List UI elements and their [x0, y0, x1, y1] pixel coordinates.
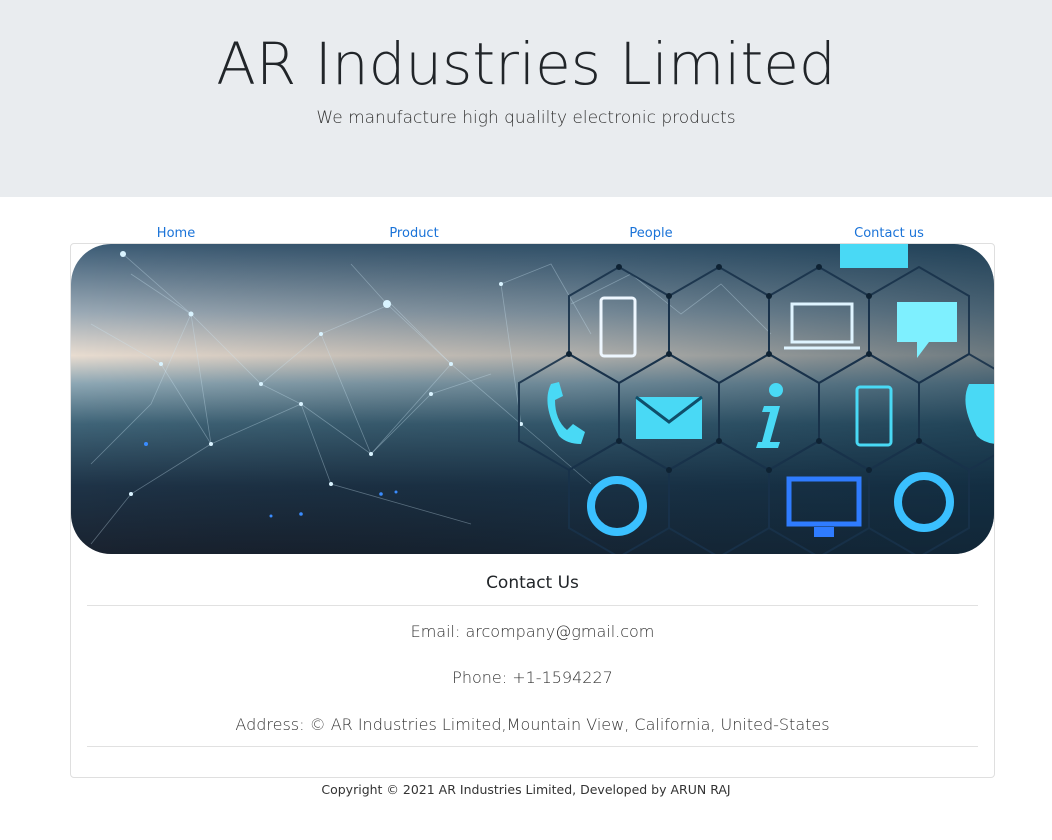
site-tagline: We manufacture high qualilty electronic …: [316, 108, 736, 128]
contact-email: Email: arcompany@gmail.com: [410, 622, 655, 641]
contact-heading: Contact Us: [486, 573, 579, 593]
main-nav: Home Product People Contact us: [70, 226, 995, 244]
contact-phone: Phone: +1-1594227: [452, 668, 613, 687]
divider: [87, 746, 978, 747]
divider: [87, 605, 978, 606]
footer-copyright: Copyright © 2021 AR Industries Limited, …: [321, 782, 731, 797]
nav-link-people[interactable]: People: [629, 226, 672, 241]
banner-image: [71, 244, 994, 554]
contact-address: Address: © AR Industries Limited,Mountai…: [235, 715, 830, 734]
nav-link-home[interactable]: Home: [157, 226, 195, 241]
contact-card: Contact Us Email: arcompany@gmail.com Ph…: [70, 243, 995, 778]
nav-link-product[interactable]: Product: [389, 226, 438, 241]
nav-link-contact-us[interactable]: Contact us: [854, 226, 924, 241]
site-title: AR Industries Limited: [216, 30, 836, 98]
header-jumbotron: AR Industries Limited We manufacture hig…: [0, 0, 1052, 197]
